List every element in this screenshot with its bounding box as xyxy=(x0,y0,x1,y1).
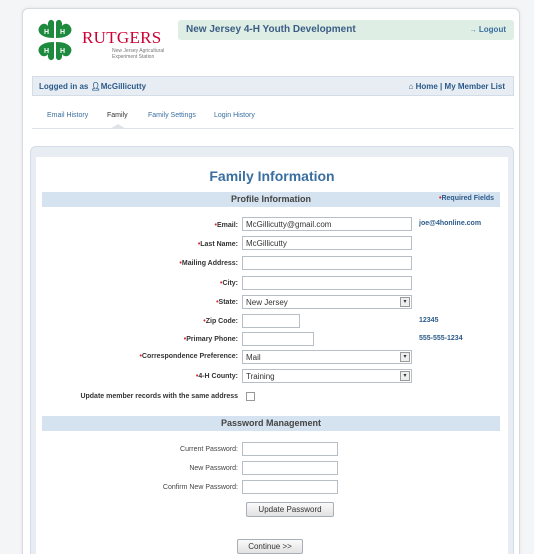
home-icon: ⌂ xyxy=(408,82,414,91)
confirm-password-label: Confirm New Password: xyxy=(162,484,238,491)
email-label: •Email: xyxy=(215,222,238,229)
current-password-field[interactable] xyxy=(242,442,338,456)
zip-code-field[interactable] xyxy=(242,314,300,328)
required-fields-note: •Required Fields xyxy=(439,195,494,202)
correspondence-select-value: Mail xyxy=(246,353,261,362)
user-icon: 👤︎ xyxy=(90,82,101,91)
email-field[interactable]: McGillicutty@gmail.com xyxy=(242,217,412,231)
logged-in-status: Logged in as 👤︎McGillicutty xyxy=(39,82,146,91)
site-title: New Jersey 4-H Youth Development xyxy=(186,24,356,35)
rutgers-4h-logo: H H H H RUTGERS New Jersey Agricultural … xyxy=(30,15,165,65)
nav-separator: | xyxy=(440,82,443,91)
last-name-field[interactable]: McGillicutty xyxy=(242,236,412,250)
confirm-password-field[interactable] xyxy=(242,480,338,494)
new-password-field[interactable] xyxy=(242,461,338,475)
state-label: •State: xyxy=(216,299,238,306)
profile-section-title: Profile Information xyxy=(230,194,311,204)
last-name-label-text: Last Name: xyxy=(200,241,238,248)
mailing-label-text: Mailing Address: xyxy=(181,260,238,267)
mailing-address-label: •Mailing Address: xyxy=(179,260,238,267)
tab-email-history[interactable]: Email History xyxy=(47,112,88,119)
header-title-bar: New Jersey 4-H Youth Development → Logou… xyxy=(178,20,514,40)
county-label-text: 4-H County: xyxy=(198,373,238,380)
mailing-address-field[interactable] xyxy=(242,256,412,270)
zip-code-example: 12345 xyxy=(419,317,439,324)
chevron-down-icon: ▾ xyxy=(400,352,410,362)
tab-login-history[interactable]: Login History xyxy=(214,112,255,119)
county-label: •4-H County: xyxy=(196,373,238,380)
chevron-down-icon: ▾ xyxy=(400,371,410,381)
phone-example: 555-555-1234 xyxy=(419,335,463,342)
county-select-value: Training xyxy=(246,372,275,381)
correspondence-select[interactable]: Mail ▾ xyxy=(242,350,412,364)
four-leaf-clover-icon: H H H H xyxy=(38,19,72,61)
current-password-label: Current Password: xyxy=(180,446,238,453)
password-section-header: Password Management xyxy=(42,416,500,431)
email-label-text: Email: xyxy=(216,222,238,229)
last-name-label: •Last Name: xyxy=(198,241,238,248)
correspondence-label-text: Correspondence Preference: xyxy=(141,353,238,360)
update-password-button[interactable]: Update Password xyxy=(246,502,334,517)
rutgers-subtitle: New Jersey Agricultural Experiment Stati… xyxy=(112,48,165,60)
city-field[interactable] xyxy=(242,276,412,290)
state-label-text: State: xyxy=(218,299,238,306)
new-password-label: New Password: xyxy=(189,465,238,472)
continue-button[interactable]: Continue >> xyxy=(237,539,303,554)
zip-label-text: Zip Code: xyxy=(205,318,238,325)
city-label: •City: xyxy=(220,280,238,287)
required-note-label: Required Fields xyxy=(441,195,494,202)
tab-divider xyxy=(32,128,514,129)
rutgers-wordmark: RUTGERS xyxy=(82,28,162,47)
svg-text:H: H xyxy=(60,29,65,36)
phone-label-text: Primary Phone: xyxy=(186,336,238,343)
logout-icon: → xyxy=(469,27,477,34)
logged-in-user: McGillicutty xyxy=(100,82,147,91)
logout-label: Logout xyxy=(478,25,506,34)
page-title: Family Information xyxy=(209,168,335,184)
state-select-value: New Jersey xyxy=(246,298,288,307)
profile-section-header: Profile Information •Required Fields xyxy=(42,192,500,207)
login-bar: Logged in as 👤︎McGillicutty ⌂ Home | My … xyxy=(32,76,514,96)
state-select[interactable]: New Jersey ▾ xyxy=(242,295,412,309)
primary-phone-field[interactable] xyxy=(242,332,314,346)
password-section-title: Password Management xyxy=(220,418,322,428)
logout-link[interactable]: → Logout xyxy=(470,25,506,34)
update-members-label: Update member records with the same addr… xyxy=(80,393,238,400)
update-members-checkbox[interactable] xyxy=(246,392,255,401)
county-select[interactable]: Training ▾ xyxy=(242,369,412,383)
home-link[interactable]: Home xyxy=(416,82,438,91)
email-example: joe@4honline.com xyxy=(419,220,482,227)
active-tab-pointer xyxy=(110,124,126,129)
city-label-text: City: xyxy=(222,280,238,287)
top-nav: ⌂ Home | My Member List xyxy=(409,82,506,91)
correspondence-label: •Correspondence Preference: xyxy=(139,353,238,360)
member-list-link[interactable]: My Member List xyxy=(445,82,505,91)
zip-code-label: •Zip Code: xyxy=(203,318,238,325)
svg-text:H: H xyxy=(44,48,49,55)
tab-family[interactable]: Family xyxy=(107,112,128,119)
chevron-down-icon: ▾ xyxy=(400,297,410,307)
svg-text:H: H xyxy=(60,48,65,55)
svg-text:H: H xyxy=(44,29,49,36)
logged-in-prefix: Logged in as xyxy=(39,82,89,91)
primary-phone-label: •Primary Phone: xyxy=(184,336,238,343)
tab-family-settings[interactable]: Family Settings xyxy=(148,112,196,119)
